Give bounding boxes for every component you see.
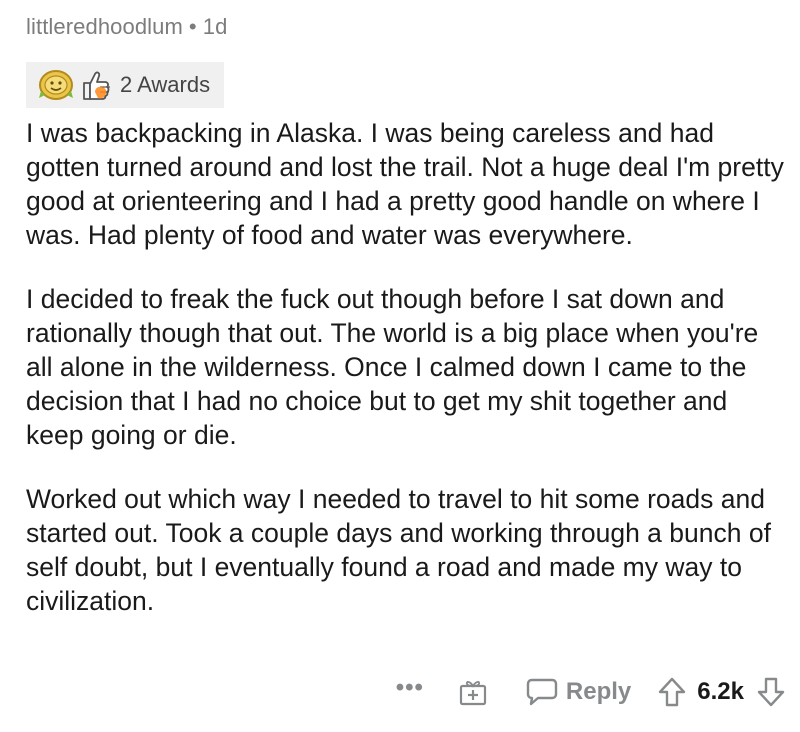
comment-meta: littleredhoodlum • 1d bbox=[26, 14, 227, 40]
gold-coin-award-icon bbox=[39, 70, 73, 100]
comment-paragraph: I decided to freak the fuck out though b… bbox=[26, 284, 759, 450]
reply-label: Reply bbox=[565, 678, 632, 705]
comment-paragraph: Worked out which way I needed to travel … bbox=[26, 484, 771, 616]
thumbs-up-award-icon bbox=[83, 71, 110, 100]
downvote-arrow-icon[interactable] bbox=[756, 676, 786, 708]
reply-button[interactable]: Reply bbox=[526, 677, 631, 707]
comment-paragraph: I was backpacking in Alaska. I was being… bbox=[26, 118, 784, 250]
meta-separator: • bbox=[188, 14, 197, 39]
awards-count: 2 Awards bbox=[120, 72, 211, 97]
comment-body: I was backpacking in Alaska. I was being… bbox=[26, 116, 786, 618]
gift-award-icon[interactable] bbox=[458, 677, 488, 707]
upvote-arrow-icon[interactable] bbox=[657, 676, 687, 708]
username-link[interactable]: littleredhoodlum bbox=[26, 14, 183, 39]
comment-age[interactable]: 1d bbox=[203, 14, 228, 39]
awards-bar[interactable]: 2 Awards bbox=[26, 62, 224, 108]
vote-score: 6.2k bbox=[697, 678, 744, 705]
more-options-button[interactable]: ••• bbox=[396, 676, 424, 700]
comment-actions: ••• Reply 6.2k bbox=[396, 672, 786, 712]
speech-bubble-icon bbox=[526, 678, 558, 706]
